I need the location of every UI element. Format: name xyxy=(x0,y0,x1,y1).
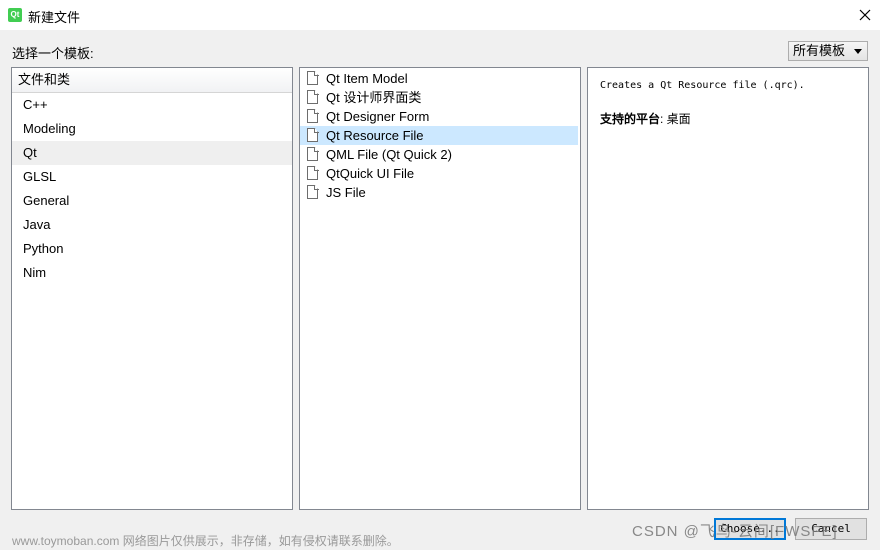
category-item-python[interactable]: Python xyxy=(12,237,292,261)
template-item-js-file[interactable]: JS File xyxy=(300,183,578,202)
category-list[interactable]: 文件和类 C++ Modeling Qt GLSL General Java P… xyxy=(11,67,293,510)
template-item-label: Qt Item Model xyxy=(326,71,408,86)
category-item-glsl[interactable]: GLSL xyxy=(12,165,292,189)
close-button[interactable] xyxy=(850,0,880,30)
template-filter-select[interactable]: 所有模板 xyxy=(788,41,868,61)
template-item-label: QtQuick UI File xyxy=(326,166,415,181)
supported-platforms: 支持的平台: 桌面 xyxy=(600,110,691,127)
supported-platforms-value: : 桌面 xyxy=(660,112,691,126)
window-title: 新建文件 xyxy=(28,10,81,25)
category-item-cpp[interactable]: C++ xyxy=(12,93,292,117)
template-item-designer-class[interactable]: Qt 设计师界面类 xyxy=(300,88,578,107)
template-item-label: Qt Designer Form xyxy=(326,109,430,124)
chevron-down-icon xyxy=(854,49,862,54)
category-item-qt[interactable]: Qt xyxy=(12,141,292,165)
template-description: Creates a Qt Resource file (.qrc). xyxy=(600,80,805,91)
template-item-resource-file[interactable]: Qt Resource File xyxy=(300,126,578,145)
category-items: C++ Modeling Qt GLSL General Java Python… xyxy=(12,93,292,285)
watermark-text: www.toymoban.com 网络图片仅供展示，非存储，如有侵权请联系删除。 xyxy=(12,534,399,548)
title-bar: Qt 新建文件 xyxy=(0,0,880,30)
template-item-label: Qt 设计师界面类 xyxy=(326,90,422,105)
template-item-label: Qt Resource File xyxy=(326,128,424,143)
credit-watermark: CSDN @飞鸟-云间[FWSFE] xyxy=(632,523,838,540)
category-item-modeling[interactable]: Modeling xyxy=(12,117,292,141)
category-item-general[interactable]: General xyxy=(12,189,292,213)
template-item-designer-form[interactable]: Qt Designer Form xyxy=(300,107,578,126)
template-item-qt-item-model[interactable]: Qt Item Model xyxy=(300,69,578,88)
supported-platforms-label: 支持的平台 xyxy=(600,112,661,126)
template-item-label: QML File (Qt Quick 2) xyxy=(326,147,452,162)
template-item-qtquick-ui-file[interactable]: QtQuick UI File xyxy=(300,164,578,183)
template-item-label: JS File xyxy=(326,185,366,200)
qt-app-icon: Qt xyxy=(8,8,22,22)
choose-template-label: 选择一个模板: xyxy=(12,46,94,61)
category-item-nim[interactable]: Nim xyxy=(12,261,292,285)
category-item-java[interactable]: Java xyxy=(12,213,292,237)
template-item-qml-file[interactable]: QML File (Qt Quick 2) xyxy=(300,145,578,164)
close-icon xyxy=(859,9,871,21)
template-filter-value: 所有模板 xyxy=(793,43,846,58)
template-list[interactable]: Qt Item Model Qt 设计师界面类 Qt Designer Form… xyxy=(299,67,581,510)
template-description-panel: Creates a Qt Resource file (.qrc). 支持的平台… xyxy=(587,67,869,510)
category-group-header[interactable]: 文件和类 xyxy=(12,68,292,93)
